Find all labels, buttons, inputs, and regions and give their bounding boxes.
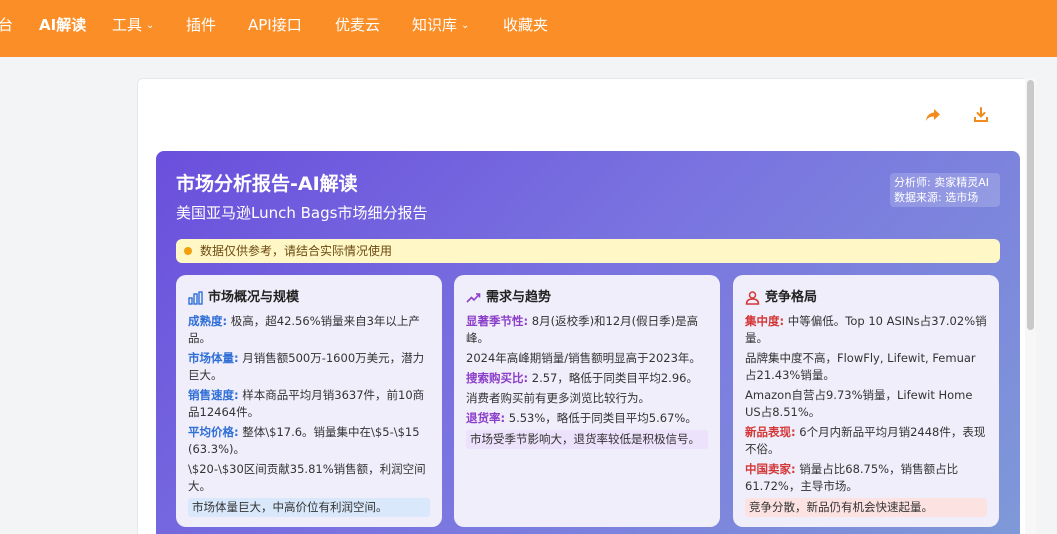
- card-title: 竞争格局: [765, 290, 818, 305]
- trend-up-icon: [466, 293, 481, 303]
- nav-item-platform[interactable]: 台: [0, 14, 13, 36]
- nav-item-label: 工具: [112, 16, 143, 34]
- nav-item-label: 收藏夹: [503, 16, 549, 34]
- item-key: 退货率:: [466, 411, 506, 425]
- card-demand-trends: 需求与趋势 显著季节性: 8月(返校季)和12月(假日季)是高峰。 2024年高…: [454, 275, 720, 527]
- nav-item-label: 优麦云: [335, 16, 381, 34]
- report-title: 市场分析报告-AI解读: [176, 173, 358, 195]
- card-summary: 市场受季节影响大，退货率较低是积极信号。: [466, 430, 708, 449]
- list-item: 搜索购买比: 2.57，略低于同类目平均2.96。: [466, 370, 708, 387]
- item-key: 成熟度:: [188, 314, 228, 328]
- item-text: 2.57，略低于同类目平均2.96。: [528, 371, 698, 385]
- nav-item-label: 台: [0, 16, 14, 34]
- item-text: 消费者购买前有更多浏览比较行为。: [466, 391, 650, 405]
- item-key: 中国卖家:: [745, 462, 796, 476]
- card-header: 市场概况与规模: [188, 289, 430, 307]
- list-item: \$20-\$30区间贡献35.81%销售额，利润空间大。: [188, 461, 430, 495]
- bar-chart-icon: [188, 291, 203, 305]
- nav-item-label: AI解读: [39, 16, 87, 34]
- list-item: 新品表现: 6个月内新品平均月销2448件，表现不俗。: [745, 424, 987, 458]
- list-item: 品牌集中度不高，FlowFly, Lifewit, Femuar占21.43%销…: [745, 350, 987, 384]
- nav-item-label: API接口: [248, 16, 302, 34]
- list-item: 2024年高峰期销量/销售额明显高于2023年。: [466, 350, 708, 367]
- item-key: 搜索购买比:: [466, 371, 529, 385]
- nav-item-favorites[interactable]: 收藏夹: [503, 14, 548, 36]
- top-nav: 台 AI解读 工具 ⌄ 插件 API接口 优麦云 知识库 ⌄ 收藏夹: [0, 0, 1057, 57]
- list-item: 集中度: 中等偏低。Top 10 ASINs占37.02%销量。: [745, 313, 987, 347]
- card-summary: 市场体量巨大，中高价位有利润空间。: [188, 498, 430, 517]
- card-header: 竞争格局: [745, 289, 987, 307]
- card-title: 市场概况与规模: [208, 290, 300, 305]
- list-item: 中国卖家: 销量占比68.75%，销售额占比61.72%，主导市场。: [745, 461, 987, 495]
- card-title: 需求与趋势: [486, 290, 552, 305]
- meta-source: 数据来源: 选市场: [894, 191, 979, 204]
- card-market-overview: 市场概况与规模 成熟度: 极高，超42.56%销量来自3年以上产品。 市场体量:…: [176, 275, 442, 527]
- list-item: Amazon自营占9.73%销量，Lifewit Home US占8.51%。: [745, 387, 987, 421]
- nav-item-tools[interactable]: 工具 ⌄: [112, 14, 154, 37]
- report-card: 市场分析报告-AI解读 美国亚马逊Lunch Bags市场细分报告 分析师: 卖…: [156, 151, 1020, 534]
- nav-item-api[interactable]: API接口: [248, 14, 302, 36]
- item-text: 2024年高峰期销量/销售额明显高于2023年。: [466, 351, 701, 365]
- nav-item-label: 知识库: [412, 16, 458, 34]
- nav-item-plugins[interactable]: 插件: [186, 14, 216, 36]
- item-text: 品牌集中度不高，FlowFly, Lifewit, Femuar占21.43%销…: [745, 351, 976, 382]
- disclaimer-notice: 数据仅供参考，请结合实际情况使用: [176, 239, 1000, 263]
- item-key: 新品表现:: [745, 425, 796, 439]
- users-icon: [745, 291, 760, 305]
- card-header: 需求与趋势: [466, 289, 708, 307]
- item-key: 销售速度:: [188, 388, 239, 402]
- list-item: 显著季节性: 8月(返校季)和12月(假日季)是高峰。: [466, 313, 708, 347]
- item-text: Amazon自营占9.73%销量，Lifewit Home US占8.51%。: [745, 388, 973, 419]
- item-text: 5.53%，略低于同类目平均5.67%。: [505, 411, 697, 425]
- nav-item-youmaiyun[interactable]: 优麦云: [335, 14, 380, 36]
- card-summary: 竞争分散，新品仍有机会快速起量。: [745, 498, 987, 517]
- item-key: 集中度:: [745, 314, 785, 328]
- nav-item-label: 插件: [186, 16, 217, 34]
- page-edge: [1050, 57, 1057, 534]
- chevron-down-icon: ⌄: [461, 20, 470, 31]
- list-item: 平均价格: 整体\$17.6。销量集中在\$5-\$15 (63.3%)。: [188, 424, 430, 458]
- nav-item-ai-reading[interactable]: AI解读: [39, 14, 86, 36]
- report-subtitle: 美国亚马逊Lunch Bags市场细分报告: [176, 204, 428, 222]
- chevron-down-icon: ⌄: [146, 20, 155, 31]
- share-icon[interactable]: [924, 106, 942, 124]
- notice-text: 数据仅供参考，请结合实际情况使用: [200, 244, 393, 258]
- item-key: 显著季节性:: [466, 314, 529, 328]
- list-item: 成熟度: 极高，超42.56%销量来自3年以上产品。: [188, 313, 430, 347]
- list-item: 退货率: 5.53%，略低于同类目平均5.67%。: [466, 410, 708, 427]
- item-text: \$20-\$30区间贡献35.81%销售额，利润空间大。: [188, 462, 426, 493]
- notice-dot-icon: [184, 247, 192, 255]
- nav-item-knowledge[interactable]: 知识库 ⌄: [412, 14, 469, 37]
- list-item: 市场体量: 月销售额500万-1600万美元，潜力巨大。: [188, 350, 430, 384]
- card-competition: 竞争格局 集中度: 中等偏低。Top 10 ASINs占37.02%销量。 品牌…: [733, 275, 999, 527]
- download-icon[interactable]: [972, 106, 990, 124]
- item-key: 平均价格:: [188, 425, 239, 439]
- meta-analyst: 分析师: 卖家精灵AI: [894, 176, 989, 189]
- scrollbar-thumb[interactable]: [1027, 80, 1034, 330]
- list-item: 消费者购买前有更多浏览比较行为。: [466, 390, 708, 407]
- report-meta: 分析师: 卖家精灵AI 数据来源: 选市场: [890, 173, 1000, 207]
- list-item: 销售速度: 样本商品平均月销3637件，前10商品12464件。: [188, 387, 430, 421]
- item-key: 市场体量:: [188, 351, 239, 365]
